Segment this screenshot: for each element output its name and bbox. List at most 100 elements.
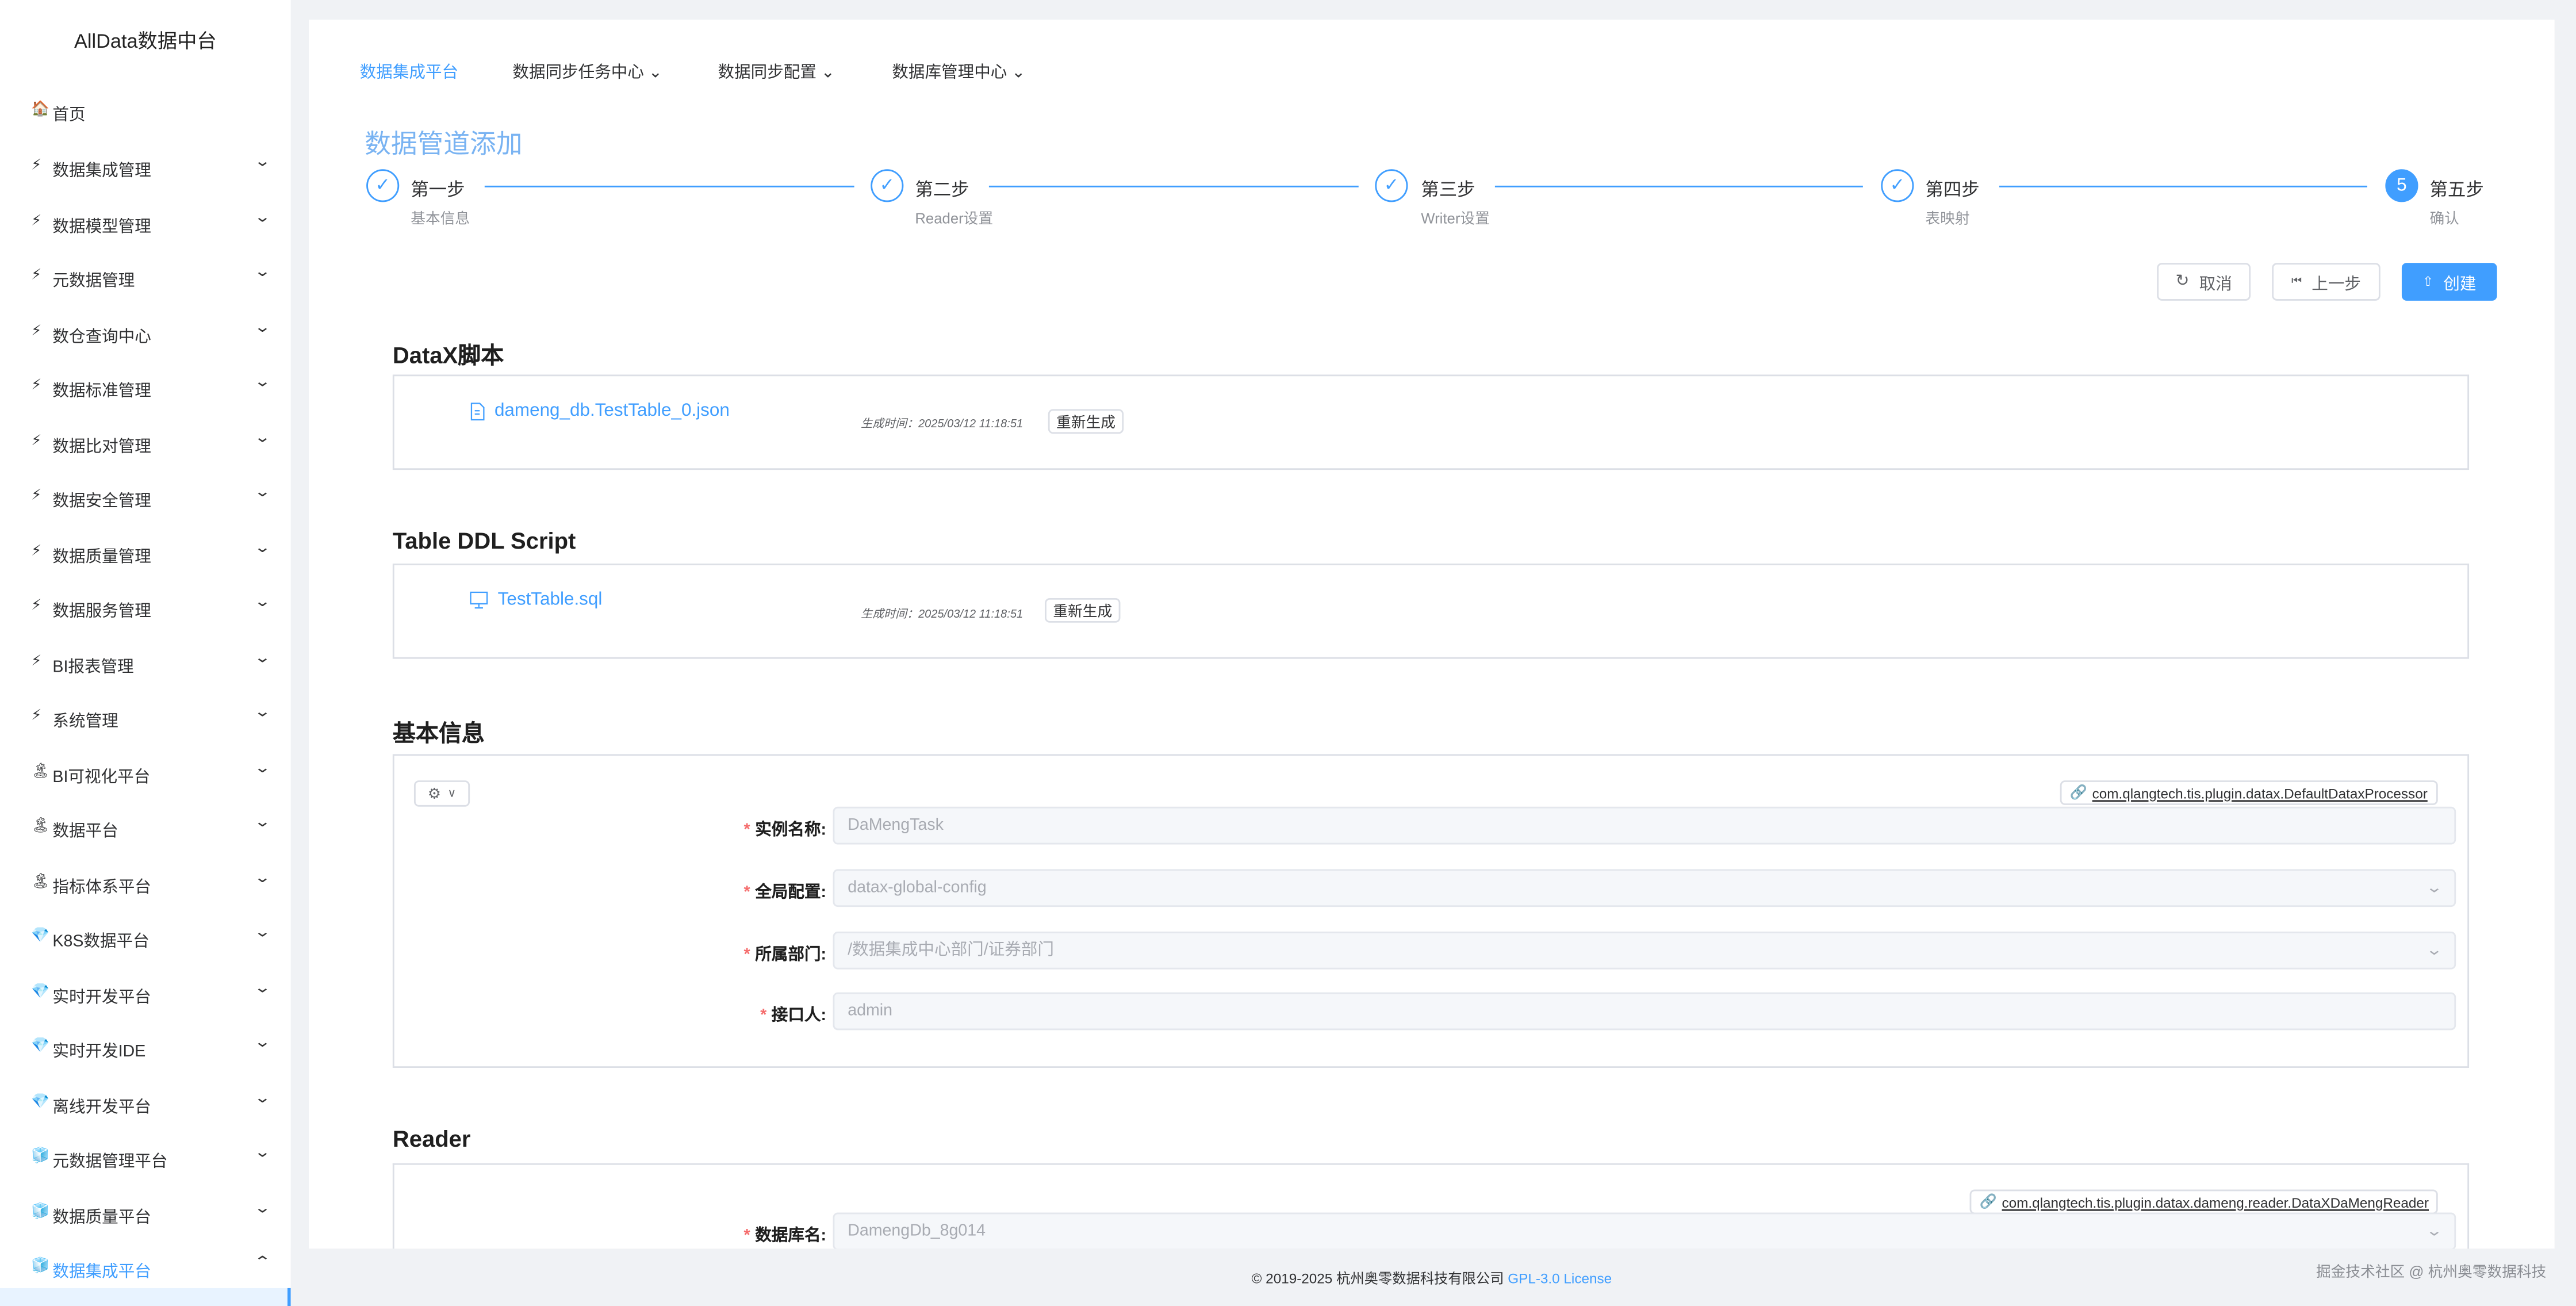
diamond-icon: 💎 xyxy=(31,1037,49,1055)
field-input[interactable]: datax-global-config⌄ xyxy=(833,869,2456,907)
datax-json-link[interactable]: dameng_db.TestTable_0.json xyxy=(470,401,730,420)
undo-icon: ↻ xyxy=(2176,273,2190,290)
topnav-sync-task-center[interactable]: 数据同步任务中心 ⌄ xyxy=(512,58,662,82)
datax-file-name: dameng_db.TestTable_0.json xyxy=(494,401,730,420)
field-input[interactable]: /数据集成中心部门/证券部门⌄ xyxy=(833,932,2456,970)
rocket-icon: ⇧ xyxy=(2422,274,2433,289)
diamond-icon: 💎 xyxy=(31,982,49,999)
sidebar-item-12[interactable]: 🏝BI可视化平台⌄ xyxy=(0,752,291,794)
field-label: * 接口人: xyxy=(564,1001,826,1025)
sidebar: AllData数据中台 🏠首页⚡数据集成管理⌄⚡数据模型管理⌄⚡元数据管理⌄⚡数… xyxy=(0,0,291,1306)
sidebar-item-label: 指标体系平台 xyxy=(52,872,151,897)
sidebar-item-20[interactable]: 🧊数据质量平台⌄ xyxy=(0,1192,291,1235)
field-label-text: 接口人: xyxy=(772,1007,826,1025)
sidebar-item-16[interactable]: 💎实时开发平台⌄ xyxy=(0,972,291,1014)
sidebar-item-13[interactable]: 🏝数据平台⌄ xyxy=(0,807,291,849)
cancel-button[interactable]: ↻取消 xyxy=(2157,263,2251,301)
chevron-down-icon: ⌄ xyxy=(254,759,271,776)
link-icon: 🔗 xyxy=(1980,1193,1997,1211)
step-connector xyxy=(485,186,854,187)
sidebar-item-label: 数仓查询中心 xyxy=(52,321,151,346)
sidebar-item-21[interactable]: 🧊数据集成平台⌃ xyxy=(0,1247,291,1289)
sidebar-item-15[interactable]: 💎K8S数据平台⌄ xyxy=(0,917,291,959)
section-heading-ddl: Table DDL Script xyxy=(393,527,576,554)
create-button[interactable]: ⇧ 创建 xyxy=(2402,263,2497,301)
sidebar-item-0[interactable]: 🏠首页 xyxy=(0,90,291,133)
field-input[interactable]: DamengDb_8g014⌄ xyxy=(833,1212,2456,1250)
sidebar-item-label: 数据标准管理 xyxy=(52,376,151,401)
sidebar-item-14[interactable]: 🏝指标体系平台⌄ xyxy=(0,861,291,904)
create-label: 创建 xyxy=(2443,270,2476,294)
topnav-label: 数据同步配置 xyxy=(718,64,816,82)
file-icon xyxy=(470,402,485,420)
topnav-db-management-center[interactable]: 数据库管理中心 ⌄ xyxy=(892,58,1025,82)
field-input[interactable]: admin xyxy=(833,993,2456,1031)
sidebar-subitem-active[interactable] xyxy=(0,1288,291,1306)
sidebar-item-5[interactable]: ⚡数据标准管理⌄ xyxy=(0,366,291,409)
sidebar-item-9[interactable]: ⚡数据服务管理⌄ xyxy=(0,587,291,629)
prev-label: 上一步 xyxy=(2312,270,2361,294)
datax-regenerate-button[interactable]: 重新生成 xyxy=(1048,409,1124,434)
chevron-up-icon: ⌃ xyxy=(254,1254,271,1271)
copyright-text: © 2019-2025 杭州奥零数据科技有限公司 xyxy=(1252,1270,1508,1286)
sidebar-item-label: 数据模型管理 xyxy=(52,211,151,236)
chevron-down-icon: ⌄ xyxy=(254,373,271,391)
step-2-desc: Reader设置 xyxy=(915,207,993,228)
chevron-down-icon: ⌄ xyxy=(254,153,271,171)
chevron-down-icon: ⌄ xyxy=(254,648,271,666)
sidebar-item-18[interactable]: 💎离线开发平台⌄ xyxy=(0,1082,291,1124)
reader-plugin-link[interactable]: 🔗com.qlangtech.tis.plugin.datax.dameng.r… xyxy=(1970,1189,2439,1214)
sidebar-item-label: 数据集成平台 xyxy=(52,1257,151,1282)
sidebar-item-17[interactable]: 💎实时开发IDE⌄ xyxy=(0,1027,291,1070)
field-input[interactable]: DaMengTask xyxy=(833,807,2456,845)
diamond-icon: 💎 xyxy=(31,1091,49,1109)
sidebar-item-10[interactable]: ⚡BI报表管理⌄ xyxy=(0,642,291,684)
sidebar-item-6[interactable]: ⚡数据比对管理⌄ xyxy=(0,422,291,464)
sidebar-item-4[interactable]: ⚡数仓查询中心⌄ xyxy=(0,311,291,354)
section-heading-datax: DataX脚本 xyxy=(393,339,504,371)
sidebar-item-label: 实时开发平台 xyxy=(52,982,151,1006)
sidebar-item-11[interactable]: ⚡系统管理⌄ xyxy=(0,696,291,739)
sidebar-item-label: 数据服务管理 xyxy=(52,596,151,621)
sidebar-item-label: 数据比对管理 xyxy=(52,431,151,456)
required-asterisk: * xyxy=(744,884,750,902)
sql-file-icon xyxy=(470,591,488,608)
ddl-regenerate-button[interactable]: 重新生成 xyxy=(1045,598,1120,623)
required-asterisk: * xyxy=(760,1007,766,1025)
lightning-icon: ⚡ xyxy=(31,707,41,725)
chevron-down-icon: ⌄ xyxy=(254,428,271,446)
ice-icon: 🧊 xyxy=(31,1202,49,1220)
step-4-title: 第四步 xyxy=(1925,176,1979,202)
step-1-title: 第一步 xyxy=(411,176,465,202)
sidebar-item-3[interactable]: ⚡元数据管理⌄ xyxy=(0,256,291,299)
sidebar-item-7[interactable]: ⚡数据安全管理⌄ xyxy=(0,477,291,519)
sidebar-item-2[interactable]: ⚡数据模型管理⌄ xyxy=(0,201,291,244)
topnav-label: 数据库管理中心 xyxy=(892,64,1007,82)
sidebar-item-19[interactable]: 🧊元数据管理平台⌄ xyxy=(0,1137,291,1179)
sidebar-item-1[interactable]: ⚡数据集成管理⌄ xyxy=(0,146,291,189)
chevron-down-icon: ⌄ xyxy=(254,483,271,501)
sidebar-item-label: 首页 xyxy=(52,100,85,125)
ice-icon: 🧊 xyxy=(31,1147,49,1165)
chevron-down-icon: ⌄ xyxy=(254,1143,271,1161)
topnav-sync-config[interactable]: 数据同步配置 ⌄ xyxy=(718,58,835,82)
basic-plugin-link[interactable]: 🔗com.qlangtech.tis.plugin.datax.DefaultD… xyxy=(2060,780,2437,805)
settings-dropdown[interactable]: ⚙∨ xyxy=(414,780,470,807)
link-icon: 🔗 xyxy=(2070,784,2087,802)
field-label-text: 实例名称: xyxy=(755,822,826,840)
topnav-data-integration-platform[interactable]: 数据集成平台 xyxy=(360,58,458,82)
previous-step-button[interactable]: ⏮上一步 xyxy=(2272,263,2380,301)
step-4-desc: 表映射 xyxy=(1925,207,1969,228)
step-5-title: 第五步 xyxy=(2430,176,2484,202)
license-link[interactable]: GPL-3.0 License xyxy=(1508,1270,1612,1286)
watermark: 掘金技术社区 @ 杭州奥零数据科技 xyxy=(2316,1260,2546,1281)
field-label-text: 所属部门: xyxy=(755,947,826,964)
ddl-script-panel xyxy=(393,564,2469,659)
chevron-down-icon: ⌄ xyxy=(254,1198,271,1216)
ddl-generated-time: 生成时间：2025/03/12 11:18:51 xyxy=(861,606,1023,623)
sidebar-item-8[interactable]: ⚡数据质量管理⌄ xyxy=(0,531,291,574)
ddl-sql-link[interactable]: TestTable.sql xyxy=(470,590,602,610)
island-icon: 🏝 xyxy=(31,761,50,779)
ddl-file-name: TestTable.sql xyxy=(498,590,603,610)
chevron-down-icon: ⌄ xyxy=(254,1033,271,1051)
